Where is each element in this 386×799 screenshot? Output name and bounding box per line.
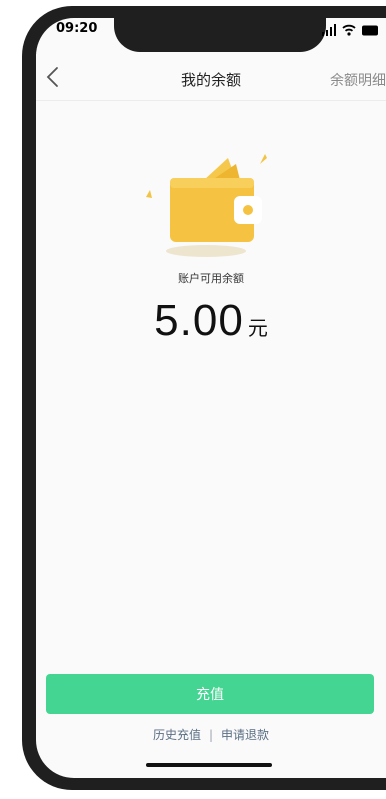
signal-icon	[322, 24, 336, 36]
refund-request-link[interactable]: 申请退款	[221, 728, 269, 742]
wifi-icon	[342, 24, 356, 36]
footer-links: 历史充值 | 申请退款	[36, 726, 386, 743]
balance-amount: 5.00	[154, 296, 244, 345]
balance-detail-link[interactable]: 余额明细	[330, 70, 386, 90]
link-separator: |	[208, 728, 214, 742]
screen: 09:20 我的余额 余额明细 账户可用余额 5.00 元 充值 历史充值 | …	[36, 18, 386, 778]
history-recharge-link[interactable]: 历史充值	[153, 728, 201, 742]
battery-icon	[362, 25, 378, 36]
recharge-button[interactable]: 充值	[46, 674, 374, 714]
balance-display: 5.00 元	[36, 296, 386, 346]
nav-bar: 我的余额 余额明细	[36, 54, 386, 101]
phone-frame: 09:20 我的余额 余额明细 账户可用余额 5.00 元 充值 历史充值 | …	[22, 6, 386, 790]
home-indicator[interactable]	[146, 763, 272, 767]
balance-label: 账户可用余额	[178, 272, 244, 285]
wallet-icon	[136, 144, 276, 260]
status-time: 09:20	[56, 21, 98, 36]
notch	[114, 18, 326, 52]
balance-unit: 元	[247, 316, 268, 340]
status-icons	[322, 22, 378, 36]
